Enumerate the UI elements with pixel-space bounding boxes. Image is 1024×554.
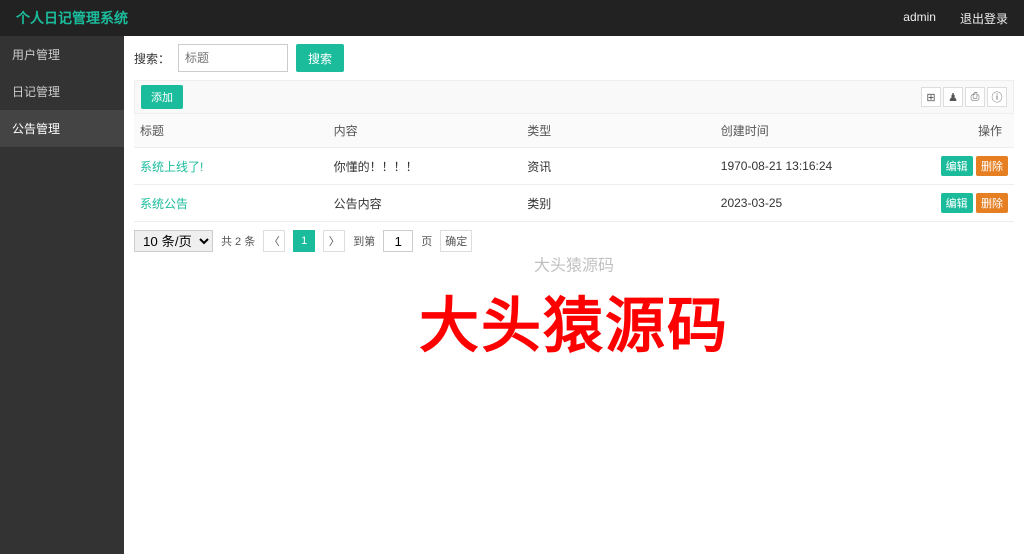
delete-button[interactable]: 删除 [976, 156, 1008, 176]
watermark-text: 大头猿源码 [419, 278, 729, 365]
page-total: 共 2 条 [221, 233, 255, 249]
row-type: 类别 [521, 185, 715, 222]
toolbar: 添加 ⊞ ♟ ⎙ ⓘ [134, 80, 1014, 114]
prev-page-button[interactable]: 〈 [263, 230, 285, 252]
top-header: 个人日记管理系统 admin 退出登录 [0, 0, 1024, 36]
row-content: 公告内容 [328, 185, 522, 222]
sidebar-item-diary[interactable]: 日记管理 [0, 73, 124, 110]
next-page-button[interactable]: 〉 [323, 230, 345, 252]
row-title-link[interactable]: 系统上线了! [140, 160, 203, 174]
page-number[interactable]: 1 [293, 230, 315, 252]
row-content: 你懂的！！！！ [328, 148, 522, 185]
goto-confirm-button[interactable]: 确定 [440, 230, 472, 252]
goto-label-pre: 到第 [353, 233, 375, 249]
export-icon[interactable]: ♟ [943, 87, 963, 107]
brand-title: 个人日记管理系统 [16, 8, 128, 28]
watermark: 大头猿源码 大头猿源码 [419, 278, 729, 365]
print-icon[interactable]: ⎙ [965, 87, 985, 107]
table-header-row: 标题 内容 类型 创建时间 操作 [134, 114, 1014, 148]
goto-label-suf: 页 [421, 233, 432, 249]
pagination: 10 条/页 共 2 条 〈 1 〉 到第 页 确定 [134, 222, 1014, 260]
main-content: 搜索： 搜索 添加 ⊞ ♟ ⎙ ⓘ 标题 内容 类型 创建时间 操作 [124, 36, 1024, 554]
delete-button[interactable]: 删除 [976, 193, 1008, 213]
search-button[interactable]: 搜索 [296, 44, 344, 72]
row-created: 1970-08-21 13:16:24 [715, 148, 909, 185]
add-button[interactable]: 添加 [141, 85, 183, 109]
page-size-select[interactable]: 10 条/页 [134, 230, 213, 252]
search-row: 搜索： 搜索 [134, 44, 1014, 72]
search-label: 搜索： [134, 50, 170, 67]
sidebar-item-notice[interactable]: 公告管理 [0, 110, 124, 147]
tool-icons: ⊞ ♟ ⎙ ⓘ [921, 87, 1007, 107]
row-type: 资讯 [521, 148, 715, 185]
table-row: 系统上线了! 你懂的！！！！ 资讯 1970-08-21 13:16:24 编辑… [134, 148, 1014, 185]
current-user[interactable]: admin [903, 10, 936, 27]
logout-link[interactable]: 退出登录 [960, 10, 1008, 27]
row-created: 2023-03-25 [715, 185, 909, 222]
col-title: 标题 [134, 114, 328, 148]
col-type: 类型 [521, 114, 715, 148]
table-row: 系统公告 公告内容 类别 2023-03-25 编辑 删除 [134, 185, 1014, 222]
edit-button[interactable]: 编辑 [941, 156, 973, 176]
edit-button[interactable]: 编辑 [941, 193, 973, 213]
layout: 用户管理 日记管理 公告管理 搜索： 搜索 添加 ⊞ ♟ ⎙ ⓘ 标题 内容 类… [0, 36, 1024, 554]
data-table: 标题 内容 类型 创建时间 操作 系统上线了! 你懂的！！！！ 资讯 1970-… [134, 114, 1014, 222]
row-title-link[interactable]: 系统公告 [140, 197, 188, 211]
col-created: 创建时间 [715, 114, 909, 148]
sidebar: 用户管理 日记管理 公告管理 [0, 36, 124, 554]
search-input[interactable] [178, 44, 288, 72]
goto-page-input[interactable] [383, 230, 413, 252]
header-right: admin 退出登录 [903, 10, 1008, 27]
col-content: 内容 [328, 114, 522, 148]
columns-icon[interactable]: ⊞ [921, 87, 941, 107]
sidebar-item-users[interactable]: 用户管理 [0, 36, 124, 73]
col-ops: 操作 [908, 114, 1014, 148]
info-icon[interactable]: ⓘ [987, 87, 1007, 107]
